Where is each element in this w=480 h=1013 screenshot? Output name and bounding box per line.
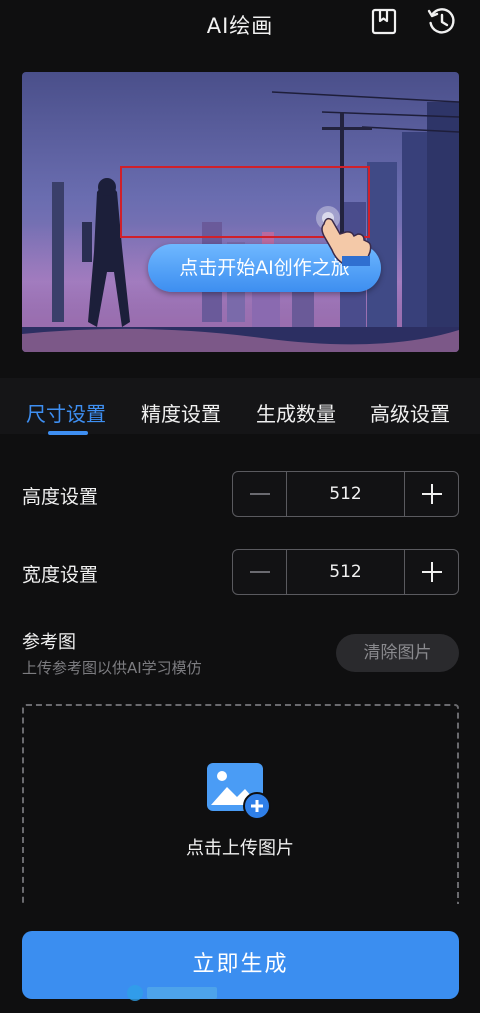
image-add-icon[interactable] (207, 763, 273, 821)
height-stepper: 512 (232, 471, 459, 517)
minus-icon (250, 493, 270, 495)
width-setting-label: 宽度设置 (22, 564, 99, 586)
watermark-logo (125, 983, 220, 1003)
active-tab-indicator (48, 431, 88, 435)
top-bar: AI绘画 (0, 0, 480, 46)
bookmark-icon[interactable] (370, 8, 398, 36)
height-increase-button[interactable] (404, 472, 458, 516)
height-value[interactable]: 512 (287, 472, 404, 516)
tab-advanced-settings[interactable]: 高级设置 (370, 398, 450, 427)
tab-generation-count[interactable]: 生成数量 (256, 398, 336, 427)
clear-image-button[interactable]: 清除图片 (336, 634, 459, 672)
tab-size-settings[interactable]: 尺寸设置 (26, 398, 106, 427)
upload-image-label: 点击上传图片 (186, 838, 294, 859)
pointing-hand-icon (306, 200, 376, 266)
history-clock-icon[interactable] (427, 6, 457, 36)
reference-image-title: 参考图 (22, 632, 76, 653)
width-decrease-button[interactable] (233, 550, 287, 594)
settings-tab-bar: 尺寸设置 精度设置 生成数量 高级设置 (0, 378, 480, 434)
page-title: AI绘画 (206, 14, 274, 38)
height-setting-label: 高度设置 (22, 486, 99, 508)
hero-banner[interactable]: 点击开始AI创作之旅 (22, 72, 459, 352)
width-stepper: 512 (232, 549, 459, 595)
width-value[interactable]: 512 (287, 550, 404, 594)
height-decrease-button[interactable] (233, 472, 287, 516)
reference-image-subtitle: 上传参考图以供AI学习模仿 (22, 659, 202, 677)
generate-now-button[interactable]: 立即生成 (22, 931, 459, 999)
banner-artwork (22, 72, 459, 352)
width-increase-button[interactable] (404, 550, 458, 594)
minus-icon (250, 571, 270, 573)
tab-precision-settings[interactable]: 精度设置 (141, 398, 221, 427)
